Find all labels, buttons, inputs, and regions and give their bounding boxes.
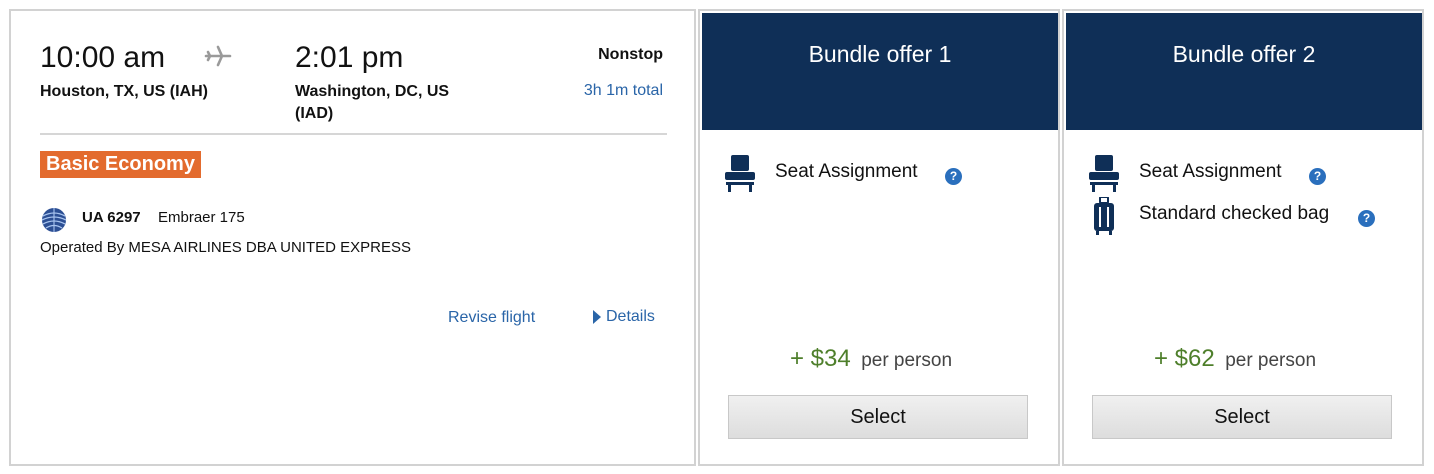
feature-label: Seat Assignment (775, 161, 918, 182)
feature-label: Seat Assignment (1139, 161, 1282, 182)
departure-city: Houston, TX, US (IAH) (40, 83, 208, 100)
luggage-icon (1093, 196, 1115, 235)
operated-by: Operated By MESA AIRLINES DBA UNITED EXP… (40, 239, 411, 256)
select-bundle-button[interactable]: Select (1092, 395, 1392, 439)
feature-label: Standard checked bag (1139, 203, 1330, 224)
aircraft-type: Embraer 175 (158, 209, 245, 226)
airplane-icon (204, 44, 232, 68)
bundle-offer-card-2: Bundle offer 2 Seat Assignment ? Standar… (1062, 9, 1424, 466)
seat-icon (724, 154, 756, 192)
divider (40, 133, 667, 135)
help-icon[interactable]: ? (1309, 168, 1326, 185)
help-icon[interactable]: ? (945, 168, 962, 185)
price-note: per person (1225, 350, 1317, 371)
cabin-badge: Basic Economy (40, 151, 201, 178)
flight-number: UA 6297 (82, 209, 141, 226)
bundle-price: + $62 (1154, 345, 1215, 372)
bundle-title: Bundle offer 1 (702, 13, 1058, 130)
caret-right-icon (593, 310, 601, 324)
arrival-time: 2:01 pm (295, 41, 404, 74)
details-toggle[interactable]: Details (593, 308, 663, 330)
arrival-city: Washington, DC, US (295, 83, 450, 100)
arrival-airport-code: (IAD) (295, 105, 334, 122)
details-link-label: Details (606, 308, 655, 325)
airline-logo (40, 207, 68, 233)
stops-label: Nonstop (598, 46, 663, 63)
flight-details-card: 10:00 am Houston, TX, US (IAH) 2:01 pm W… (9, 9, 696, 466)
price-note: per person (861, 350, 953, 371)
revise-flight-link[interactable]: Revise flight (448, 309, 535, 327)
bundle-title: Bundle offer 2 (1066, 13, 1422, 130)
departure-time: 10:00 am (40, 41, 166, 74)
bundle-offer-card-1: Bundle offer 1 Seat Assignment ? + $34 p… (698, 9, 1060, 466)
bundle-price: + $34 (790, 345, 851, 372)
help-icon[interactable]: ? (1358, 210, 1375, 227)
total-duration: 3h 1m total (583, 82, 663, 99)
seat-icon (1088, 154, 1120, 192)
select-bundle-button[interactable]: Select (728, 395, 1028, 439)
